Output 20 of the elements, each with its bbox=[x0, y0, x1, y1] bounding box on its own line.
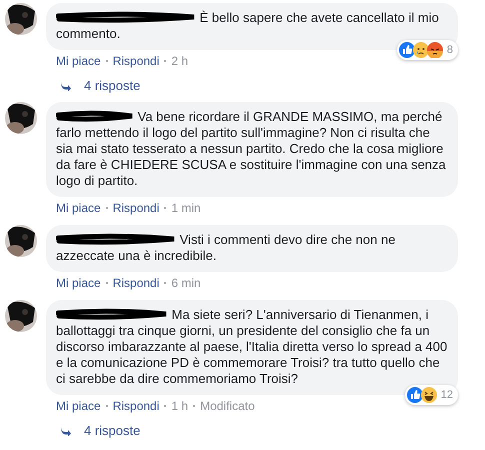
thumbs-up-icon bbox=[398, 42, 415, 58]
view-replies-link[interactable]: 4 risposte bbox=[60, 423, 485, 438]
thumbs-up-icon bbox=[406, 387, 423, 403]
comment-action-link[interactable]: Mi piace bbox=[56, 275, 101, 291]
comment-action-link[interactable]: Rispondi bbox=[112, 53, 160, 69]
laughing-face-icon bbox=[420, 387, 437, 403]
angry-face-icon bbox=[426, 42, 443, 58]
comment-action-link[interactable]: Rispondi bbox=[112, 275, 160, 291]
comment-action-link[interactable]: Mi piace bbox=[56, 200, 101, 216]
comment-text: Ma siete seri? L'anniversario di Tienanmen, i ballottaggi tra cinque giorni, un presidente del consiglio che fa un discorso imbarazzante al paese, l'Italia diretta verso lo spread a 400 e la comunicazione PD è commemorare Troisi? tra tutto quello che ci sarebbe da dire commemoriamo Troisi? bbox=[56, 307, 448, 387]
comment-action-link[interactable]: Rispondi bbox=[112, 398, 160, 414]
view-replies-link[interactable]: 4 risposte bbox=[60, 78, 485, 93]
edited-label: Modificato bbox=[200, 398, 255, 414]
comment-action-link[interactable]: Mi piace bbox=[56, 398, 101, 414]
comment-text: Va bene ricordare il GRANDE MASSIMO, ma perché farlo mettendo il logo del partito sull'immagine? Non ci risulta che sia mai stato tesserato a nessun partito. Credo che la cosa migliore da fare è CHIEDERE SCUSA e sostituire l'immagine con una senza logo di partito. bbox=[56, 109, 447, 189]
comment-text: È bello sapere che avete cancellato il mio commento. bbox=[56, 10, 440, 42]
comment-action-link[interactable]: Rispondi bbox=[112, 200, 160, 216]
crying-face-icon bbox=[412, 42, 429, 58]
comment-text: Visti i commenti devo dire che non ne azzeccate una è incredibile. bbox=[56, 232, 396, 264]
comment-action-link[interactable]: Mi piace bbox=[56, 53, 101, 69]
